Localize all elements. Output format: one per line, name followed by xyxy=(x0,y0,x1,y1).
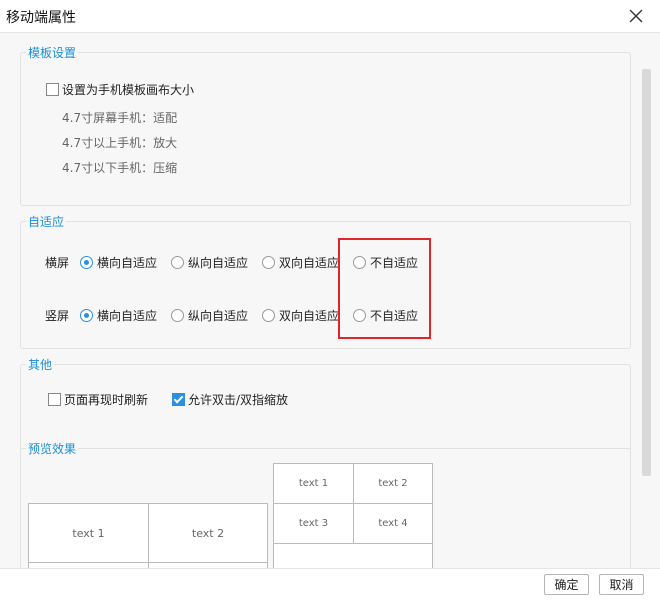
adaptive-section-title: 自适应 xyxy=(26,213,67,230)
window-title: 移动端属性 xyxy=(6,10,76,26)
other-section-title: 其他 xyxy=(26,356,55,373)
template-section-title: 模板设置 xyxy=(26,44,79,61)
landscape-both-radio[interactable] xyxy=(262,256,275,269)
preview-cell: text 2 xyxy=(354,464,433,504)
preview-table-large: text 1 text 2 xyxy=(28,503,268,568)
portrait-vertical-radio[interactable] xyxy=(171,309,184,322)
allow-zoom-label: 允许双击/双指缩放 xyxy=(188,393,289,407)
hint-line-3: 4.7寸以下手机：压缩 xyxy=(62,161,178,175)
other-section xyxy=(20,364,631,460)
dialog-footer: 确定 取消 xyxy=(0,568,660,601)
cancel-button[interactable]: 取消 xyxy=(599,574,644,595)
portrait-both-radio[interactable] xyxy=(262,309,275,322)
vertical-scrollbar[interactable] xyxy=(642,69,651,476)
preview-cell: text 2 xyxy=(149,504,268,563)
preview-table-small: text 1 text 2 text 3 text 4 xyxy=(273,463,433,568)
phone-template-checkbox[interactable] xyxy=(46,83,59,96)
preview-cell: text 1 xyxy=(274,464,354,504)
allow-zoom-checkbox[interactable] xyxy=(172,393,185,406)
portrait-both-label: 双向自适应 xyxy=(279,309,340,323)
landscape-both-label: 双向自适应 xyxy=(279,256,340,270)
hint-line-1: 4.7寸屏幕手机：适配 xyxy=(62,111,178,125)
portrait-label: 竖屏 xyxy=(45,309,70,323)
title-bar: 移动端属性 xyxy=(0,0,660,33)
hint-line-2: 4.7寸以上手机：放大 xyxy=(62,136,178,150)
preview-section-title: 预览效果 xyxy=(26,440,79,457)
landscape-horizontal-label: 横向自适应 xyxy=(97,256,158,270)
phone-template-label: 设置为手机模板画布大小 xyxy=(62,83,195,97)
landscape-vertical-radio[interactable] xyxy=(171,256,184,269)
portrait-vertical-label: 纵向自适应 xyxy=(188,309,249,323)
dialog-content: 模板设置 设置为手机模板画布大小 4.7寸屏幕手机：适配 4.7寸以上手机：放大… xyxy=(0,33,660,568)
portrait-horizontal-radio[interactable] xyxy=(80,309,93,322)
landscape-horizontal-radio[interactable] xyxy=(80,256,93,269)
preview-cell-empty xyxy=(274,544,433,568)
highlight-box xyxy=(338,238,431,339)
landscape-label: 横屏 xyxy=(45,256,70,270)
adaptive-section xyxy=(20,221,631,349)
portrait-horizontal-label: 横向自适应 xyxy=(97,309,158,323)
landscape-vertical-label: 纵向自适应 xyxy=(188,256,249,270)
ok-button[interactable]: 确定 xyxy=(544,574,589,595)
refresh-on-show-checkbox[interactable] xyxy=(48,393,61,406)
refresh-on-show-label: 页面再现时刷新 xyxy=(64,393,149,407)
preview-cell: text 3 xyxy=(274,504,354,544)
template-section xyxy=(20,52,631,206)
preview-cell: text 4 xyxy=(354,504,433,544)
close-icon[interactable] xyxy=(624,4,648,28)
preview-cell: text 1 xyxy=(29,504,149,563)
